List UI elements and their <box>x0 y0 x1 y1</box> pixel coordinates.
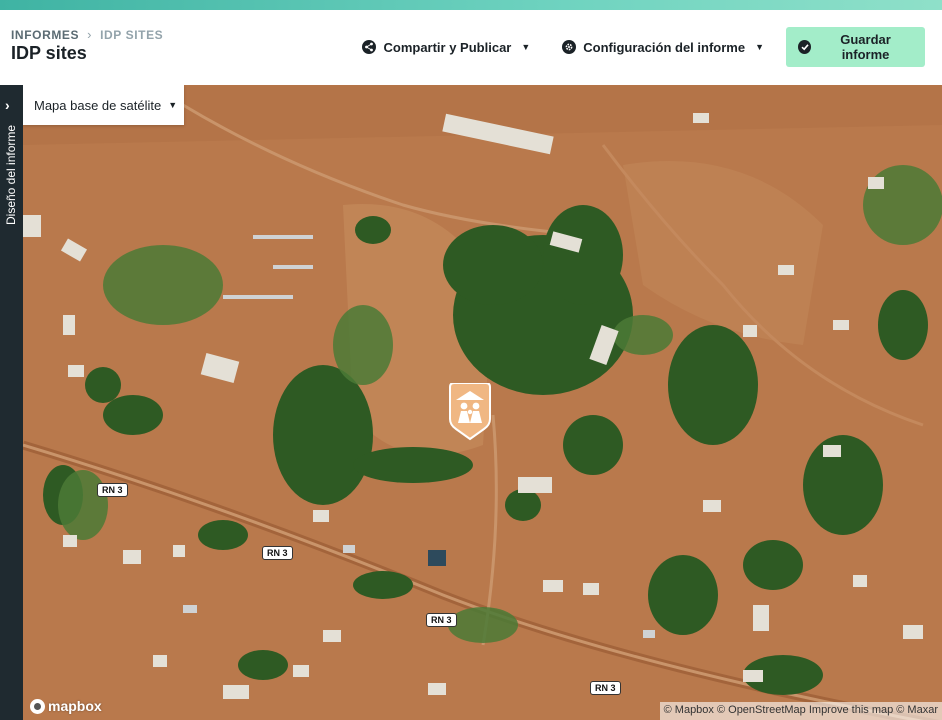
road-label: RN 3 <box>262 546 293 560</box>
report-config-button[interactable]: Configuración del informe ▼ <box>552 27 774 67</box>
gear-icon <box>562 40 577 54</box>
breadcrumb: INFORMES › IDP SITES <box>11 27 163 42</box>
caret-down-icon: ▼ <box>755 42 764 52</box>
mapbox-mark-icon <box>30 698 45 714</box>
mapbox-logo-text: mapbox <box>48 698 102 714</box>
mapbox-logo[interactable]: mapbox <box>30 698 102 714</box>
share-publish-label: Compartir y Publicar <box>383 39 512 55</box>
save-report-label: Guardar informe <box>840 32 891 62</box>
report-config-label: Configuración del informe <box>583 39 746 55</box>
share-icon <box>362 40 377 54</box>
idp-site-marker[interactable] <box>446 382 494 441</box>
share-publish-button[interactable]: Compartir y Publicar ▼ <box>352 27 540 67</box>
caret-down-icon: ▼ <box>521 42 531 52</box>
basemap-dropdown[interactable]: Mapa base de satélite ▼ <box>23 85 184 125</box>
report-design-label: Diseño del informe <box>4 124 18 225</box>
report-design-rail[interactable]: › Diseño del informe <box>0 85 23 720</box>
road-label: RN 3 <box>97 483 128 497</box>
breadcrumb-root-link[interactable]: INFORMES <box>11 28 79 42</box>
check-circle-icon <box>798 40 812 54</box>
chevron-right-icon: › <box>87 27 93 42</box>
breadcrumb-current: IDP SITES <box>100 27 164 42</box>
caret-down-icon: ▼ <box>168 100 178 110</box>
road-label: RN 3 <box>590 681 621 695</box>
page-title: IDP sites <box>11 43 87 63</box>
save-report-button[interactable]: Guardar informe <box>786 27 925 67</box>
map-attribution[interactable]: © Mapbox © OpenStreetMap Improve this ma… <box>659 702 942 720</box>
people-icon <box>449 382 491 441</box>
top-accent-bar <box>0 0 942 10</box>
satellite-map[interactable]: Mapa base de satélite ▼ RN 3 RN 3 RN 3 R… <box>23 85 942 720</box>
report-header: INFORMES › IDP SITES IDP sites Compartir… <box>0 10 942 85</box>
road-label: RN 3 <box>426 613 457 627</box>
basemap-label: Mapa base de satélite <box>34 97 162 113</box>
header-actions: Compartir y Publicar ▼ Configuración del… <box>352 27 925 67</box>
chevron-right-icon[interactable]: › <box>5 97 10 113</box>
